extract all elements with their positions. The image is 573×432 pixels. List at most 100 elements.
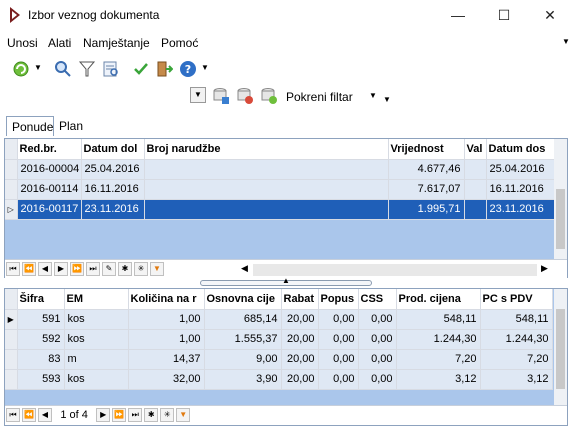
nav-asterisk-icon[interactable]: ✱ [118, 262, 132, 276]
cell-kolicina[interactable]: 1,00 [128, 329, 205, 350]
cell-em[interactable]: kos [64, 329, 129, 350]
cell-datum-dol[interactable]: 23.11.2016 [81, 199, 145, 220]
nav-next-page-icon[interactable]: ⏩ [70, 262, 84, 276]
row-indicator[interactable] [5, 329, 18, 350]
table-row[interactable]: 2016-00004 25.04.2016 4.677,46 25.04.201… [5, 159, 555, 180]
cell-vrijednost[interactable]: 7.617,07 [388, 179, 465, 200]
cell-rabat[interactable]: 20,00 [281, 329, 319, 350]
refresh-icon[interactable] [12, 60, 30, 78]
column-header-vrijednost[interactable]: Vrijednost [388, 139, 465, 160]
cell-popust[interactable]: 0,00 [318, 369, 359, 390]
cell-sifra[interactable]: 592 [17, 329, 65, 350]
nav-filter-icon[interactable]: ▼ [176, 408, 191, 422]
row-indicator[interactable] [5, 179, 18, 200]
nav-first-icon[interactable]: ⏮ [6, 408, 20, 422]
table-row[interactable]: 83 m 14,37 9,00 20,00 0,00 0,00 7,20 7,2… [5, 349, 553, 370]
menu-alati[interactable]: Alati [48, 36, 71, 50]
nav-prev-icon[interactable]: ◀ [38, 262, 52, 276]
row-indicator-current-icon[interactable]: ▶ [5, 309, 18, 330]
minimize-button[interactable]: — [435, 0, 481, 30]
tab-ponude[interactable]: Ponude [6, 116, 54, 136]
cell-popust[interactable]: 0,00 [318, 349, 359, 370]
column-header-datum-dos[interactable]: Datum dos [486, 139, 555, 160]
confirm-check-icon[interactable] [132, 60, 150, 78]
cell-pc-s-pdv[interactable]: 1.244,30 [480, 329, 553, 350]
scroll-thumb[interactable] [556, 189, 565, 249]
filter-icon[interactable] [78, 60, 96, 78]
cell-broj-narudzbe[interactable] [144, 159, 389, 180]
cell-sifra[interactable]: 591 [17, 309, 65, 330]
column-header-rabat[interactable]: Rabat [281, 289, 319, 310]
cell-kolicina[interactable]: 14,37 [128, 349, 205, 370]
column-header-css[interactable]: CSS [358, 289, 397, 310]
column-header-popust[interactable]: Popus [318, 289, 359, 310]
table-row[interactable]: ▶ 591 kos 1,00 685,14 20,00 0,00 0,00 54… [5, 309, 553, 330]
cell-osnovna-cijena[interactable]: 1.555,37 [204, 329, 282, 350]
run-filter-dropdown-icon[interactable]: ▼ [369, 91, 377, 100]
nav-first-icon[interactable]: ⏮ [6, 262, 20, 276]
nav-edit-icon[interactable]: ✎ [102, 262, 116, 276]
column-header-val[interactable]: Val [464, 139, 487, 160]
nav-star-icon[interactable]: ✳ [134, 262, 148, 276]
nav-next-icon[interactable]: ▶ [54, 262, 68, 276]
cell-broj-narudzbe[interactable] [144, 179, 389, 200]
cell-red-br[interactable]: 2016-00117 [17, 199, 82, 220]
cell-prod-cijena[interactable]: 548,11 [396, 309, 481, 330]
cell-datum-dos[interactable]: 25.04.2016 [486, 159, 555, 180]
nav-asterisk-icon[interactable]: ✱ [144, 408, 159, 422]
nav-filter-icon[interactable]: ▼ [150, 262, 164, 276]
vertical-scrollbar[interactable] [554, 289, 567, 405]
cell-popust[interactable]: 0,00 [318, 329, 359, 350]
column-header-osnovna-cijena[interactable]: Osnovna cije [204, 289, 282, 310]
vertical-scrollbar[interactable] [554, 139, 567, 259]
cell-sifra[interactable]: 593 [17, 369, 65, 390]
nav-prev-icon[interactable]: ◀ [38, 408, 52, 422]
cell-datum-dos[interactable]: 23.11.2016 [486, 199, 555, 220]
cell-css[interactable]: 0,00 [358, 349, 397, 370]
database-refresh-icon[interactable] [260, 87, 278, 105]
cell-kolicina[interactable]: 32,00 [128, 369, 205, 390]
cell-css[interactable]: 0,00 [358, 369, 397, 390]
cell-rabat[interactable]: 20,00 [281, 369, 319, 390]
maximize-button[interactable]: ☐ [481, 0, 527, 30]
cell-pc-s-pdv[interactable]: 3,12 [480, 369, 553, 390]
horizontal-scrollbar[interactable] [253, 264, 537, 276]
row-indicator[interactable] [5, 349, 18, 370]
column-header-pc-s-pdv[interactable]: PC s PDV [480, 289, 553, 310]
cell-datum-dos[interactable]: 16.11.2016 [486, 179, 555, 200]
nav-prev-page-icon[interactable]: ⏪ [22, 262, 36, 276]
cell-red-br[interactable]: 2016-00004 [17, 159, 82, 180]
exit-door-icon[interactable] [155, 60, 173, 78]
table-row[interactable]: 2016-00114 16.11.2016 7.617,07 16.11.201… [5, 179, 555, 200]
cell-osnovna-cijena[interactable]: 3,90 [204, 369, 282, 390]
cell-pc-s-pdv[interactable]: 548,11 [480, 309, 553, 330]
cell-datum-dol[interactable]: 25.04.2016 [81, 159, 145, 180]
menu-overflow-icon[interactable]: ▼ [562, 37, 570, 46]
nav-last-icon[interactable]: ⏭ [128, 408, 143, 422]
run-filter-button[interactable]: Pokreni filtar [286, 90, 353, 104]
cell-osnovna-cijena[interactable]: 9,00 [204, 349, 282, 370]
cell-css[interactable]: 0,00 [358, 329, 397, 350]
column-header-red-br[interactable]: Red.br. [17, 139, 82, 160]
scroll-left-icon[interactable]: ◀ [241, 263, 248, 274]
menu-pomoc[interactable]: Pomoć [161, 36, 198, 50]
cell-rabat[interactable]: 20,00 [281, 309, 319, 330]
column-header-em[interactable]: EM [64, 289, 129, 310]
tab-plan[interactable]: Plan [54, 116, 94, 136]
cell-rabat[interactable]: 20,00 [281, 349, 319, 370]
cell-sifra[interactable]: 83 [17, 349, 65, 370]
column-header-kolicina[interactable]: Količina na r [128, 289, 205, 310]
splitter-collapse-icon[interactable]: ▲ [282, 276, 290, 285]
column-header-datum-dol[interactable]: Datum dol [81, 139, 145, 160]
menu-unosi[interactable]: Unosi [7, 36, 38, 50]
cell-kolicina[interactable]: 1,00 [128, 309, 205, 330]
scroll-thumb[interactable] [556, 309, 565, 389]
cell-vrijednost[interactable]: 1.995,71 [388, 199, 465, 220]
menu-namjestanje[interactable]: Namještanje [83, 36, 150, 50]
scroll-right-icon[interactable]: ▶ [541, 263, 548, 274]
table-row-selected[interactable]: ▷ 2016-00117 23.11.2016 1.995,71 23.11.2… [5, 199, 555, 220]
cell-datum-dol[interactable]: 16.11.2016 [81, 179, 145, 200]
table-row[interactable]: 593 kos 32,00 3,90 20,00 0,00 0,00 3,12 … [5, 369, 553, 390]
row-indicator-current-icon[interactable]: ▷ [5, 199, 18, 220]
column-header-prod-cijena[interactable]: Prod. cijena [396, 289, 481, 310]
